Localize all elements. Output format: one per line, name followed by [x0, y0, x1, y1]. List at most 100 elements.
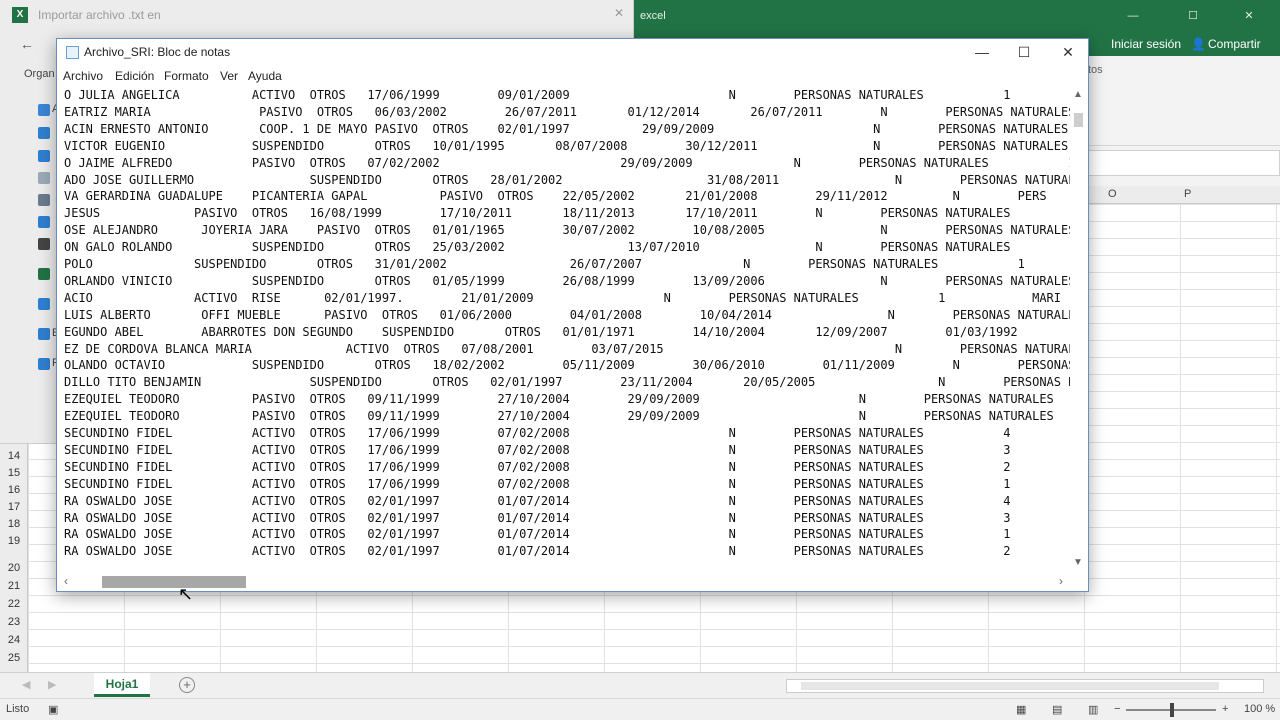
downloads-icon[interactable] [38, 150, 50, 162]
back-arrow-icon[interactable]: ← [20, 36, 34, 52]
prev-sheet-icon[interactable]: ◀ [22, 678, 30, 691]
scroll-thumb[interactable] [801, 682, 1219, 690]
videos-icon[interactable] [38, 238, 50, 250]
normal-view-icon[interactable]: ▦ [1016, 703, 1026, 716]
scroll-up-icon[interactable]: ▲ [1073, 89, 1083, 100]
minimize-icon[interactable]: — [960, 39, 1004, 65]
text-line: EZEQUIEL TEODORO PASIVO OTROS 09/11/1999… [64, 392, 1070, 407]
notepad-icon [66, 46, 79, 59]
text-line: RA OSWALDO JOSE ACTIVO OTROS 02/01/1997 … [64, 510, 1011, 525]
text-line: SECUNDINO FIDEL ACTIVO OTROS 17/06/1999 … [64, 442, 1011, 457]
close-icon[interactable]: ✕ [614, 6, 624, 20]
explorer-title: Importar archivo .txt en [38, 8, 161, 22]
user-icon: 👤 [1191, 37, 1206, 51]
row-header[interactable]: 23 [0, 616, 28, 635]
maximize-icon[interactable]: ☐ [1002, 39, 1046, 65]
close-icon[interactable]: ✕ [1226, 0, 1272, 32]
text-line: ORLANDO VINICIO SUSPENDIDO OTROS 01/05/1… [64, 273, 1070, 288]
menu-archivo[interactable]: Archivo [63, 69, 103, 83]
ribbon-tasks-label: tos [1088, 64, 1103, 76]
column-header-p[interactable]: P [1184, 188, 1191, 200]
formula-bar[interactable] [1088, 150, 1280, 176]
notepad-window: Archivo_SRI: Bloc de notas — ☐ ✕ Archivo… [56, 38, 1089, 592]
scroll-down-icon[interactable]: ▼ [1073, 557, 1083, 568]
vertical-scroll-thumb[interactable] [1074, 113, 1083, 127]
desktop-icon[interactable] [38, 127, 50, 139]
minimize-icon[interactable]: — [1110, 0, 1156, 32]
row-header[interactable]: 25 [0, 652, 28, 671]
menu-ayuda[interactable]: Ayuda [248, 69, 282, 83]
close-icon[interactable]: ✕ [1046, 39, 1090, 65]
documents-icon[interactable] [38, 172, 50, 184]
text-line: ACIN ERNESTO ANTONIO COOP. 1 DE MAYO PAS… [64, 121, 1069, 136]
text-line: SECUNDINO FIDEL ACTIVO OTROS 17/06/1999 … [64, 476, 1011, 491]
page-break-icon[interactable]: ▥ [1088, 703, 1098, 716]
text-line: LUIS ALBERTO OFFI MUEBLE PASIVO OTROS 01… [64, 307, 1070, 322]
text-line: POLO SUSPENDIDO OTROS 31/01/2002 26/07/2… [64, 257, 1025, 271]
status-bar: Listo ▣ ▦ ▤ ▥ − + 100 % [0, 698, 1280, 720]
text-line: EZEQUIEL TEODORO PASIVO OTROS 09/11/1999… [64, 409, 1070, 424]
column-header-o[interactable]: O [1108, 188, 1117, 200]
text-line: EATRIZ MARIA PASIVO OTROS 06/03/2002 26/… [64, 104, 1070, 119]
text-line: EZ DE CORDOVA BLANCA MARIA ACTIVO OTROS … [64, 341, 1070, 356]
text-line: DILLO TITO BENJAMIN SUSPENDIDO OTROS 02/… [64, 375, 1070, 390]
row-header[interactable]: 22 [0, 598, 28, 617]
menu-ver[interactable]: Ver [220, 69, 238, 83]
macro-record-icon[interactable]: ▣ [48, 703, 58, 716]
scroll-right-icon[interactable]: › [1059, 574, 1063, 588]
excel-horizontal-scrollbar[interactable] [786, 679, 1264, 693]
page-layout-icon[interactable]: ▤ [1052, 703, 1062, 716]
organize-button[interactable]: Organ [24, 68, 55, 80]
row-header[interactable]: 24 [0, 634, 28, 653]
mouse-cursor-icon: ↖ [178, 584, 194, 604]
menu-edicion[interactable]: Edición [115, 69, 154, 83]
text-line: O JULIA ANGELICA ACTIVO OTROS 17/06/1999… [64, 88, 1011, 102]
zoom-level[interactable]: 100 % [1244, 703, 1275, 715]
notepad-title: Archivo_SRI: Bloc de notas [84, 45, 231, 59]
add-sheet-button[interactable]: + [179, 677, 195, 693]
scroll-left-icon[interactable]: ‹ [64, 574, 68, 588]
onedrive-icon[interactable] [38, 298, 50, 310]
zoom-in-icon[interactable]: + [1222, 703, 1228, 715]
quick-access-icon[interactable] [38, 104, 50, 116]
row-header[interactable]: 19 [0, 535, 28, 554]
text-line: RA OSWALDO JOSE ACTIVO OTROS 02/01/1997 … [64, 493, 1011, 508]
text-line: RA OSWALDO JOSE ACTIVO OTROS 02/01/1997 … [64, 527, 1011, 542]
horizontal-scrollbar[interactable]: ‹ › [58, 571, 1070, 591]
text-line: ON GALO ROLANDO SUSPENDIDO OTROS 25/03/2… [64, 240, 1070, 255]
text-line: EGUNDO ABEL ABARROTES DON SEGUNDO SUSPEN… [64, 324, 1070, 339]
signin-link[interactable]: Iniciar sesión [1111, 37, 1181, 51]
zoom-out-icon[interactable]: − [1114, 703, 1120, 715]
notepad-text-area[interactable]: O JULIA ANGELICA ACTIVO OTROS 17/06/1999… [58, 87, 1070, 563]
row-header[interactable]: 20 [0, 562, 28, 581]
next-sheet-icon[interactable]: ▶ [48, 678, 56, 691]
network-icon[interactable] [38, 358, 50, 370]
sheet-tab-hoja1[interactable]: Hoja1 [94, 673, 150, 697]
share-button[interactable]: Compartir [1208, 37, 1261, 51]
music-icon[interactable] [38, 216, 50, 228]
text-line: RA OSWALDO JOSE ACTIVO OTROS 02/01/1997 … [64, 544, 1011, 559]
zoom-slider-thumb[interactable] [1170, 703, 1174, 717]
text-line: SECUNDINO FIDEL ACTIVO OTROS 17/06/1999 … [64, 426, 1011, 440]
this-pc-icon[interactable] [38, 328, 50, 340]
horizontal-scroll-thumb[interactable] [102, 576, 246, 588]
vertical-scrollbar[interactable]: ▲ ▼ [1070, 87, 1087, 571]
column-headers: O P [1088, 186, 1280, 204]
excel-window-title: excel [640, 10, 666, 22]
pictures-icon[interactable] [38, 194, 50, 206]
text-line: ADO JOSE GUILLERMO SUSPENDIDO OTROS 28/0… [64, 172, 1070, 187]
notepad-titlebar[interactable]: Archivo_SRI: Bloc de notas — ☐ ✕ [57, 39, 1088, 65]
excel-file-icon: X [12, 7, 28, 23]
sheet-tab-bar: ◀ ▶ Hoja1 + [0, 672, 1280, 698]
text-line: ACIO ACTIVO RISE 02/01/1997. 21/01/2009 … [64, 290, 1061, 305]
row-header[interactable]: 21 [0, 580, 28, 599]
menu-formato[interactable]: Formato [164, 69, 209, 83]
text-line: SECUNDINO FIDEL ACTIVO OTROS 17/06/1999 … [64, 459, 1011, 474]
excel-shortcut-icon[interactable] [38, 268, 50, 280]
text-line: VA GERARDINA GUADALUPE PICANTERIA GAPAL … [64, 189, 1047, 204]
text-line: OLANDO OCTAVIO SUSPENDIDO OTROS 18/02/20… [64, 358, 1070, 373]
maximize-icon[interactable]: ☐ [1170, 0, 1216, 32]
text-line: JESUS PASIVO OTROS 16/08/1999 17/10/2011… [64, 206, 1070, 221]
text-line: VICTOR EUGENIO SUSPENDIDO OTROS 10/01/19… [64, 138, 1069, 153]
text-line: OSE ALEJANDRO JOYERIA JARA PASIVO OTROS … [64, 223, 1070, 238]
